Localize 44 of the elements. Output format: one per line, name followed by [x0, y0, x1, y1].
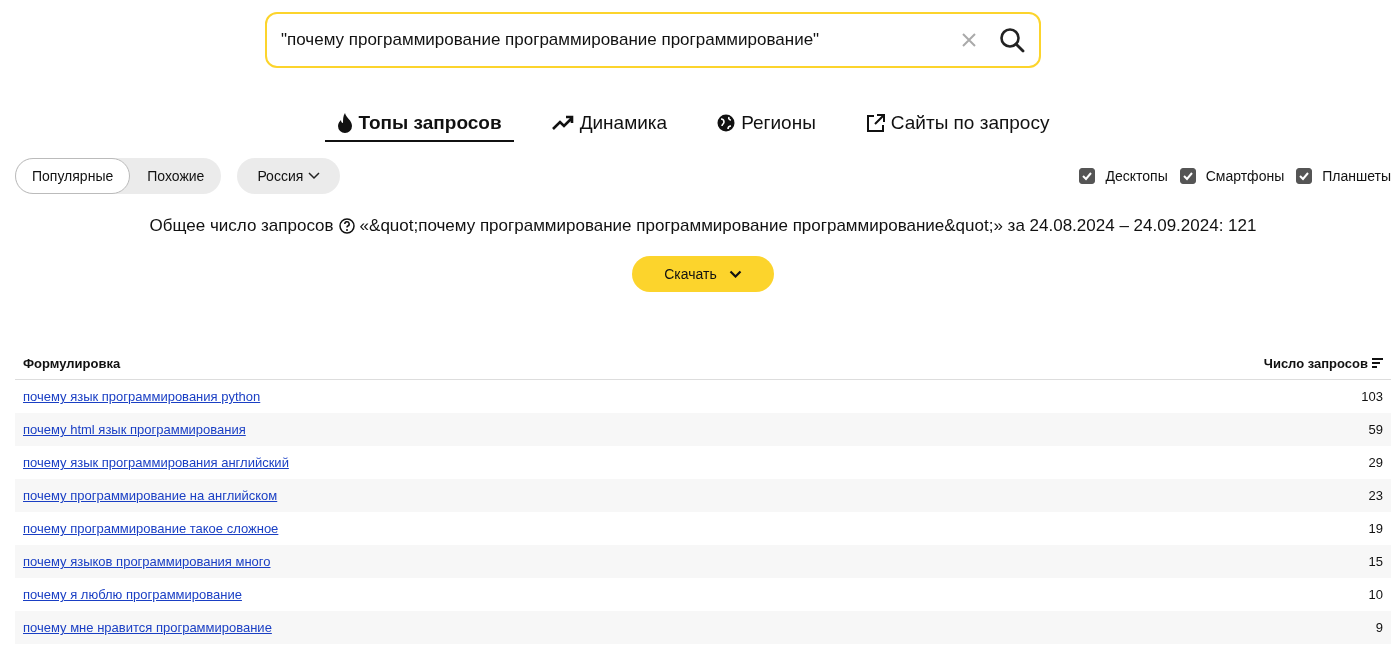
checkbox-label: Десктопы [1105, 168, 1168, 184]
chevron-down-icon [728, 270, 742, 278]
checkbox[interactable] [1296, 168, 1313, 184]
count-cell: 23 [1368, 488, 1383, 503]
summary-label: Общее число запросов [149, 216, 334, 236]
chevron-down-icon [308, 172, 321, 180]
checkbox[interactable] [1079, 168, 1096, 184]
query-link[interactable]: почему мне нравится программирование [23, 620, 272, 635]
count-cell: 9 [1375, 620, 1383, 635]
tab[interactable]: Регионы [705, 108, 828, 142]
search-field[interactable]: "почему программирование программирование программирование" [265, 12, 1041, 68]
summary-text: «&quot;почему программирование программирование программирование&quot;» за 24.08.2024 – 24.09.2024: 121 [359, 216, 1257, 236]
download-button[interactable]: Скачать [632, 256, 774, 292]
query-link[interactable]: почему программирование на английском [23, 488, 278, 503]
query-link[interactable]: почему я люблю программирование [23, 587, 242, 602]
tab[interactable]: Сайты по запросу [853, 108, 1062, 142]
count-cell: 19 [1368, 521, 1383, 536]
column-header[interactable]: Число запросов [1263, 355, 1368, 371]
trend-up-icon [551, 115, 574, 131]
globe-icon [717, 114, 736, 132]
search-icon[interactable] [999, 27, 1025, 53]
region-dropdown[interactable]: Россия [237, 158, 341, 194]
query-link[interactable]: почему язык программирования английский [23, 455, 289, 470]
mode-toggle[interactable]: Похожие [130, 158, 222, 194]
external-link-icon [865, 113, 885, 133]
sort-icon[interactable] [1372, 358, 1383, 368]
flame-icon [336, 113, 353, 133]
query-link[interactable]: почему язык программирования python [23, 389, 261, 404]
help-icon[interactable] [338, 218, 355, 234]
mode-toggle[interactable]: Популярные [15, 158, 131, 194]
count-cell: 29 [1368, 455, 1383, 470]
checkbox[interactable] [1179, 168, 1196, 184]
query-link[interactable]: почему программирование такое сложное [23, 521, 279, 536]
checkbox-label: Смартфоны [1205, 168, 1285, 184]
count-cell: 59 [1368, 422, 1383, 437]
column-header: Формулировка [23, 355, 121, 371]
tab[interactable]: Динамика [539, 108, 680, 142]
query-link[interactable]: почему языков программирования много [23, 554, 271, 569]
checkbox-label: Планшеты [1322, 168, 1391, 184]
count-cell: 15 [1368, 554, 1383, 569]
count-cell: 103 [1361, 389, 1383, 404]
tab[interactable]: Топы запросов [324, 108, 514, 142]
count-cell: 10 [1368, 587, 1383, 602]
query-link[interactable]: почему html язык программирования [23, 422, 246, 437]
